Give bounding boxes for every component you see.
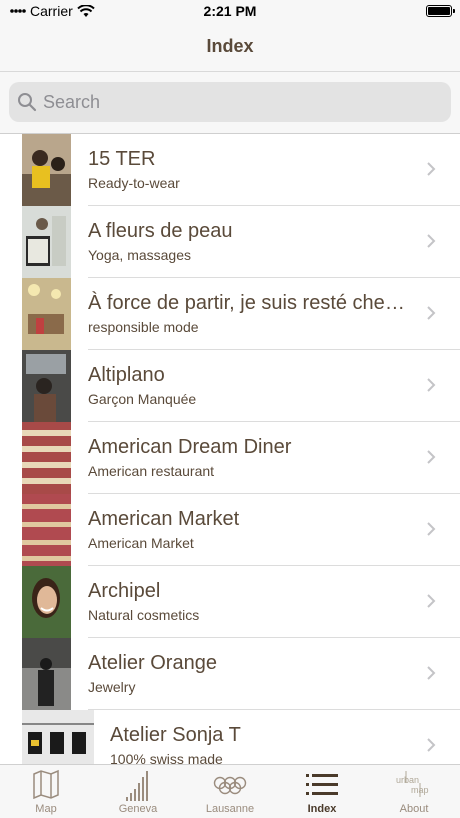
list-icon [306,774,338,795]
status-time: 2:21 PM [203,3,257,19]
thumbnail-image [22,206,71,278]
tab-label: Geneva [118,803,158,815]
navigation-bar: Index [0,24,460,72]
battery-icon [426,5,455,17]
svg-text:urban: urban [396,775,419,785]
index-list[interactable]: 15 TER Ready-to-wear A fleurs de peau Yo… [0,134,460,764]
item-title: Archipel [88,580,161,602]
item-title: Atelier Orange [88,652,217,674]
tab-map[interactable]: Map [0,765,92,818]
list-item[interactable]: À force de partir, je suis resté chez mo… [0,278,460,350]
tab-label: About [399,803,429,815]
list-item[interactable]: 15 TER Ready-to-wear [0,134,460,206]
tab-about[interactable]: urban map About [368,765,460,818]
thumbnail-image [22,350,71,422]
thumbnail-image [22,134,71,206]
thumbnail-image [22,278,71,350]
chevron-right-icon [427,378,436,392]
item-title: A fleurs de peau [88,220,233,242]
urbanmap-logo-icon: urban map [396,771,429,797]
tab-bar: Map Geneva Lausanne Index urban map Abou… [0,764,460,818]
page-title: Index [206,36,254,56]
thumbnail-image [22,710,94,764]
list-item[interactable]: Archipel Natural cosmetics [0,566,460,638]
item-subtitle: 100% swiss made [110,751,223,764]
list-item[interactable]: American Dream Diner American restaurant [0,422,460,494]
item-subtitle: Ready-to-wear [88,175,180,191]
search-icon [18,93,37,112]
item-subtitle: American Market [88,535,194,551]
chevron-right-icon [427,738,436,752]
tab-label: Map [35,803,57,815]
item-title: Atelier Sonja T [110,724,241,746]
chevron-right-icon [427,234,436,248]
status-bar: Carrier 2:21 PM [0,0,460,24]
search-field[interactable] [9,82,451,122]
chevron-right-icon [427,522,436,536]
chevron-right-icon [427,306,436,320]
bars-icon [126,771,148,801]
search-area [0,72,460,134]
item-title: Altiplano [88,364,165,386]
item-subtitle: Garçon Manquée [88,391,197,407]
item-subtitle: responsible mode [88,319,199,335]
list-item[interactable]: Atelier Orange Jewelry [0,638,460,710]
item-subtitle: American restaurant [88,463,215,479]
rings-icon [213,776,247,795]
tab-geneva[interactable]: Geneva [92,765,184,818]
thumbnail-image [22,422,71,494]
list-item[interactable]: Atelier Sonja T 100% swiss made [0,710,460,764]
tab-label: Index [307,803,337,815]
item-title: 15 TER [88,148,156,170]
chevron-right-icon [427,450,436,464]
list-item[interactable]: Altiplano Garçon Manquée [0,350,460,422]
thumbnail-image [22,566,71,638]
chevron-right-icon [427,162,436,176]
item-subtitle: Natural cosmetics [88,607,200,623]
thumbnail-image [22,494,71,566]
list-item[interactable]: A fleurs de peau Yoga, massages [0,206,460,278]
chevron-right-icon [427,666,436,680]
tab-label: Lausanne [205,803,255,815]
chevron-right-icon [427,594,436,608]
search-input[interactable] [43,91,423,113]
tab-index[interactable]: Index [276,765,368,818]
thumbnail-image [22,638,71,710]
map-icon [33,769,59,799]
item-subtitle: Yoga, massages [88,247,191,263]
list-item[interactable]: American Market American Market [0,494,460,566]
tab-lausanne[interactable]: Lausanne [184,765,276,818]
item-title: American Dream Diner [88,436,292,458]
item-title: American Market [88,508,240,530]
svg-text:map: map [411,785,429,795]
item-title: À force de partir, je suis resté chez mo… [88,292,410,314]
item-subtitle: Jewelry [88,679,136,695]
